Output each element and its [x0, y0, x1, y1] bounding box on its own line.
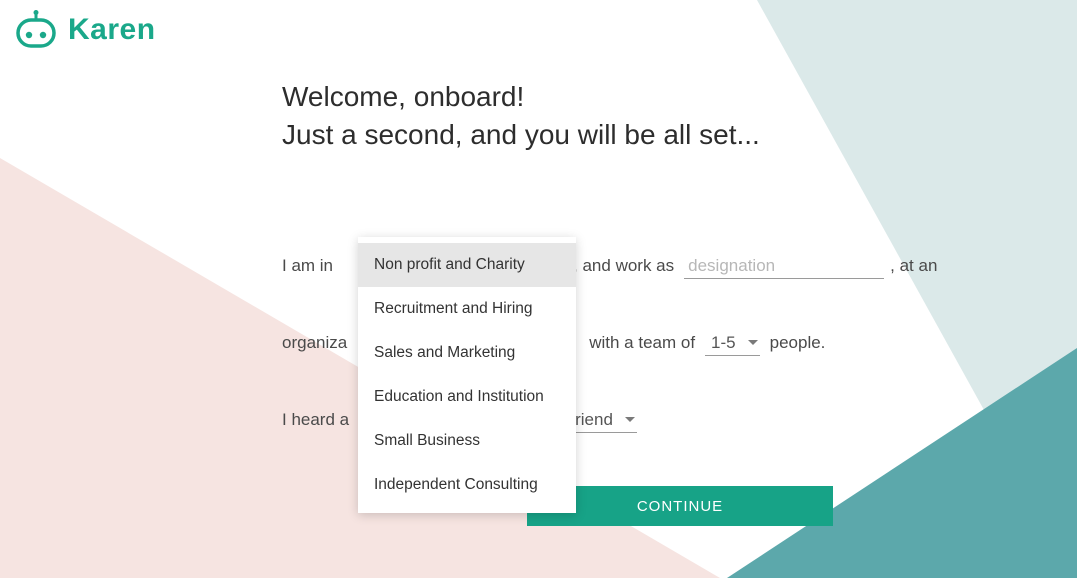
designation-input[interactable]: [684, 254, 884, 279]
industry-option[interactable]: Independent Consulting: [358, 463, 576, 507]
heading-line-1: Welcome, onboard!: [282, 78, 937, 116]
chevron-down-icon: [748, 340, 758, 345]
text-with-team-of: with a team of: [589, 333, 695, 353]
text-people: people.: [770, 333, 826, 353]
brand-logo: Karen: [14, 10, 156, 50]
heading-line-2: Just a second, and you will be all set..…: [282, 116, 937, 154]
team-size-value: 1-5: [711, 333, 736, 353]
industry-option[interactable]: Recruitment and Hiring: [358, 287, 576, 331]
industry-option[interactable]: Non profit and Charity: [358, 243, 576, 287]
industry-option[interactable]: Education and Institution: [358, 375, 576, 419]
team-size-select[interactable]: 1-5: [705, 331, 760, 356]
page-heading: Welcome, onboard! Just a second, and you…: [282, 78, 937, 154]
text-organization-prefix: organiza: [282, 333, 347, 353]
chevron-down-icon: [625, 417, 635, 422]
industry-option[interactable]: Small Business: [358, 419, 576, 463]
heard-about-select[interactable]: riend: [569, 408, 637, 433]
industry-dropdown-menu: Non profit and Charity Recruitment and H…: [358, 237, 576, 513]
text-at-an: , at an: [890, 256, 937, 276]
text-heard-about-prefix: I heard a: [282, 410, 349, 430]
text-i-am-in: I am in: [282, 256, 333, 276]
heard-about-value: riend: [575, 410, 613, 430]
industry-option[interactable]: Sales and Marketing: [358, 331, 576, 375]
brand-name: Karen: [68, 13, 156, 47]
robot-icon: [14, 10, 58, 50]
text-and-work-as: , and work as: [573, 256, 674, 276]
